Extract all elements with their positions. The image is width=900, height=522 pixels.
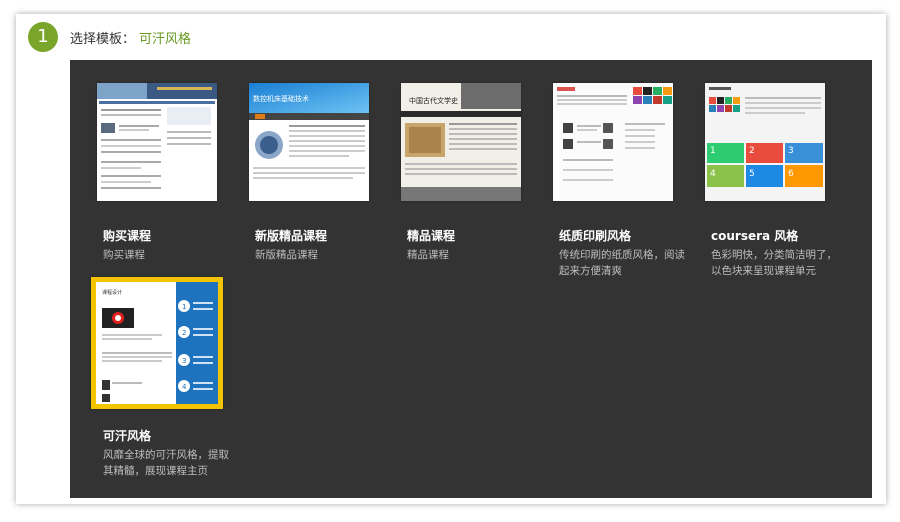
step-number-badge: 1 xyxy=(28,22,58,52)
template-description: 风靡全球的可汗风格，提取其精髓，展现课程主页 xyxy=(103,449,229,477)
template-description: 色彩明快，分类简洁明了，以色块来呈现课程单元 xyxy=(711,249,837,277)
template-name: 纸质印刷风格 xyxy=(559,229,632,243)
coursera-preview-image: 1 2 3 4 5 6 xyxy=(705,83,825,201)
step-header: 1 选择模板： 可汗风格 xyxy=(16,14,886,60)
svg-text:3: 3 xyxy=(788,146,794,156)
thumb-header-text: 中国古代文学史 xyxy=(409,96,458,105)
template-thumbnail-selected[interactable]: 课程设计 1 2 3 4 xyxy=(91,277,223,409)
svg-text:4: 4 xyxy=(710,169,716,179)
template-name: 可汗风格 xyxy=(103,429,152,443)
template-thumbnail[interactable]: 中国古代文学史 xyxy=(401,83,521,201)
paper-print-preview-image xyxy=(553,83,673,201)
template-selector-card: 1 选择模板： 可汗风格 购买课程 购买课程 数控机床基础技术 新版精品课程 新… xyxy=(16,14,886,504)
new-premium-preview-image: 数控机床基础技术 xyxy=(249,83,369,179)
template-description: 新版精品课程 xyxy=(255,249,318,261)
template-name: 精品课程 xyxy=(407,229,456,243)
template-thumbnail[interactable]: 数控机床基础技术 xyxy=(249,83,369,201)
step-label: 选择模板： 可汗风格 xyxy=(70,28,191,47)
template-name: coursera 风格 xyxy=(711,229,799,243)
template-gallery: 购买课程 购买课程 数控机床基础技术 新版精品课程 新版精品课程 中国古代文学史… xyxy=(70,60,872,498)
thumb-title-text: 课程设计 xyxy=(102,289,122,296)
template-description: 精品课程 xyxy=(407,249,449,261)
selected-template-name: 可汗风格 xyxy=(139,32,192,47)
svg-text:2: 2 xyxy=(749,146,755,156)
svg-text:1: 1 xyxy=(182,303,186,311)
template-thumbnail[interactable]: 1 2 3 4 5 6 xyxy=(705,83,825,201)
template-name: 新版精品课程 xyxy=(255,229,328,243)
khan-preview-image: 课程设计 1 2 3 4 xyxy=(96,282,218,404)
purchase-preview-image xyxy=(97,83,217,189)
template-thumbnail[interactable] xyxy=(553,83,673,201)
thumb-header-text: 数控机床基础技术 xyxy=(253,94,309,103)
template-description: 传统印刷的纸质风格，阅读起来方便清爽 xyxy=(559,249,685,277)
svg-text:4: 4 xyxy=(182,383,187,391)
svg-text:3: 3 xyxy=(182,357,186,365)
svg-text:5: 5 xyxy=(749,169,755,179)
step-label-text: 选择模板： xyxy=(70,32,136,47)
template-thumbnail[interactable] xyxy=(97,83,217,201)
premium-preview-image: 中国古代文学史 xyxy=(401,83,521,201)
template-name: 购买课程 xyxy=(103,229,152,243)
svg-text:1: 1 xyxy=(710,146,716,156)
svg-text:2: 2 xyxy=(182,329,186,337)
template-description: 购买课程 xyxy=(103,249,145,261)
svg-text:6: 6 xyxy=(788,169,794,179)
